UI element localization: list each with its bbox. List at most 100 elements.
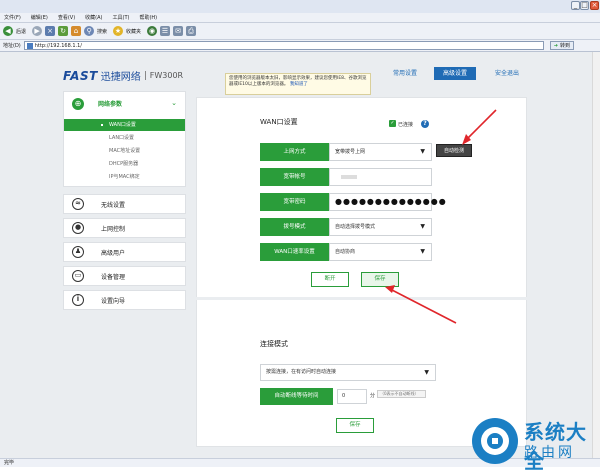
idle-time-hint: （0表示不自动断线） [377, 390, 426, 398]
favorites-star-icon[interactable]: ★ [113, 26, 124, 36]
enabled-checkbox[interactable]: ✓ [389, 120, 396, 127]
sidebar-item-label: 设置向导 [101, 297, 126, 305]
logo-model: FW300R [144, 71, 183, 80]
field-label-password: 宽带密码 [260, 193, 329, 211]
nav-common-settings[interactable]: 常用设置 [385, 67, 425, 80]
section-divider [196, 297, 527, 300]
sidebar-item-wireless[interactable]: ≈ 无线设置 [63, 194, 186, 214]
connection-save-button[interactable]: 保存 [336, 418, 374, 433]
go-label: 转到 [559, 42, 570, 49]
logo-brand: FAST [63, 68, 98, 83]
idle-time-input[interactable]: 0 [337, 389, 367, 404]
caret-down-icon: ▼ [420, 223, 425, 230]
sidebar-network-group: ⊕ 网络参数 ⌄ WAN口设置 LAN口设置 MAC地址设置 DHCP服务器 I… [63, 91, 186, 187]
browser-toolbar: ◀ 后退 ▶ × ↻ ⌂ ⚲ 搜索 ★ 收藏夹 ◉ ☰ ✉ ⎙ [0, 23, 600, 40]
address-input[interactable]: http://192.168.1.1/ [23, 41, 544, 50]
menu-favorites[interactable]: 收藏(A) [85, 14, 102, 21]
vertical-scrollbar[interactable] [592, 52, 600, 458]
enabled-label: 已连接 [398, 122, 414, 128]
browser-title-bar: _ □ × [0, 0, 600, 13]
connection-type-value: 宽带拨号上网 [335, 149, 366, 155]
media-icon[interactable]: ◉ [147, 26, 158, 36]
blurred-account [341, 175, 357, 179]
dial-mode-value: 自动选择拨号模式 [335, 224, 376, 230]
device-icon: ▭ [72, 270, 84, 282]
idle-time-unit: 分 [370, 393, 376, 399]
help-icon[interactable]: ? [421, 120, 429, 128]
caret-down-icon: ▼ [420, 148, 425, 155]
sidebar-item-device-management[interactable]: ▭ 设备管理 [63, 266, 186, 286]
search-label[interactable]: 搜索 [97, 28, 107, 35]
menu-help[interactable]: 帮助(H) [139, 14, 157, 21]
page-icon [26, 43, 33, 49]
print-icon[interactable]: ⎙ [186, 26, 197, 36]
field-label-wan-speed: WAN口速率设置 [260, 243, 329, 261]
wan-speed-select[interactable]: 自动协商 ▼ [329, 243, 432, 261]
account-input[interactable] [329, 168, 432, 186]
sidebar-item-wan[interactable]: WAN口设置 [64, 119, 185, 131]
caret-down-icon: ▼ [420, 248, 425, 255]
sidebar-item-mac[interactable]: MAC地址设置 [64, 145, 185, 157]
password-input[interactable]: ●●●●●●●●●●●●●● [329, 193, 446, 211]
back-arrow-icon[interactable]: ◀ [3, 26, 13, 36]
connection-type-select[interactable]: 宽带拨号上网 ▼ [329, 143, 432, 161]
close-button[interactable]: × [590, 1, 599, 10]
menu-view[interactable]: 查看(V) [58, 14, 75, 21]
sidebar-item-access-control[interactable]: ● 上网控制 [63, 218, 186, 238]
wifi-icon: ≈ [72, 198, 84, 210]
nav-advanced-settings[interactable]: 高级设置 [434, 67, 476, 80]
sidebar-item-label: 设备管理 [101, 273, 126, 281]
chevron-down-icon: ⌄ [171, 99, 177, 107]
info-icon: i [72, 294, 84, 306]
sidebar-group-title: 网络参数 [98, 101, 123, 108]
status-text: 完毕 [4, 460, 15, 466]
menu-file[interactable]: 文件(F) [4, 14, 21, 21]
field-label-dial-mode: 拨号模式 [260, 218, 329, 236]
back-label[interactable]: 后退 [16, 28, 26, 35]
connection-mode-title: 连接模式 [260, 340, 288, 348]
menu-edit[interactable]: 编辑(E) [31, 14, 48, 21]
watermark-subtext: 路由网 [524, 445, 575, 461]
active-dot-icon [101, 124, 103, 126]
sidebar-item-label: 高级用户 [101, 249, 126, 257]
go-button[interactable]: ➜ 转到 [549, 41, 574, 50]
sidebar-item-ip-mac-binding[interactable]: IP与MAC绑定 [64, 171, 185, 183]
go-arrow-icon: ➜ [553, 42, 558, 49]
caret-down-icon: ▼ [424, 369, 429, 376]
notice-dismiss-link[interactable]: 我知道了 [290, 82, 308, 87]
brand-logo: FAST 迅捷网络 FW300R [63, 68, 183, 84]
connection-mode-select[interactable]: 按需连接，在有访问时自动连接 ▼ [260, 364, 436, 381]
wan-section-title: WAN口设置 [260, 118, 298, 126]
watermark-logo-icon [472, 418, 518, 464]
favorites-label[interactable]: 收藏夹 [126, 28, 141, 35]
maximize-button[interactable]: □ [580, 1, 589, 10]
field-label-idle-time: 自动断线等待时间 [260, 388, 333, 405]
history-icon[interactable]: ☰ [160, 26, 171, 36]
minimize-button[interactable]: _ [571, 1, 580, 10]
sidebar-item-advanced-user[interactable]: ♟ 高级用户 [63, 242, 186, 262]
save-button[interactable]: 保存 [361, 272, 399, 287]
field-label-account: 宽带帐号 [260, 168, 329, 186]
sidebar-group-header[interactable]: ⊕ 网络参数 ⌄ [64, 92, 185, 115]
sidebar-item-lan[interactable]: LAN口设置 [64, 132, 185, 144]
nav-logout[interactable]: 安全退出 [486, 67, 528, 80]
dial-mode-select[interactable]: 自动选择拨号模式 ▼ [329, 218, 432, 236]
mail-icon[interactable]: ✉ [173, 26, 184, 36]
wan-speed-value: 自动协商 [335, 249, 356, 255]
address-label: 地址(D) [3, 43, 21, 49]
password-value: ●●●●●●●●●●●●●● [335, 197, 447, 206]
stop-icon[interactable]: × [45, 26, 56, 36]
logo-chinese: 迅捷网络 [100, 72, 141, 83]
field-label-connection-type: 上网方式 [260, 143, 329, 161]
menu-tools[interactable]: 工具(T) [113, 14, 130, 21]
forward-arrow-icon[interactable]: ▶ [32, 26, 43, 36]
sidebar-item-label: 无线设置 [101, 201, 126, 209]
auto-detect-button[interactable]: 自动检测 [436, 144, 472, 157]
user-icon: ♟ [72, 246, 84, 258]
sidebar-item-setup-wizard[interactable]: i 设置向导 [63, 290, 186, 310]
home-icon[interactable]: ⌂ [71, 26, 82, 36]
refresh-icon[interactable]: ↻ [58, 26, 69, 36]
search-icon[interactable]: ⚲ [84, 26, 95, 36]
sidebar-item-dhcp[interactable]: DHCP服务器 [64, 158, 185, 170]
disconnect-button[interactable]: 断开 [311, 272, 349, 287]
